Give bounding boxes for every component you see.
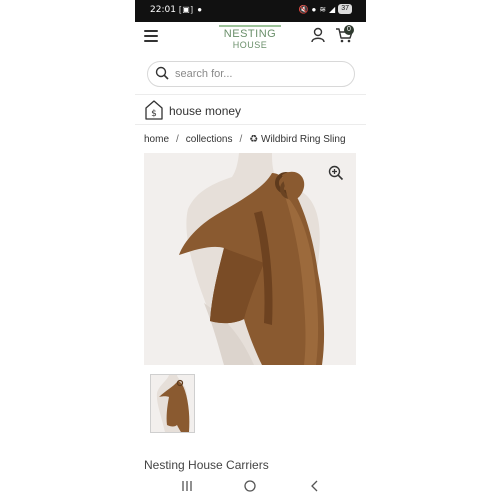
house-money-link[interactable]: $ house money (144, 99, 264, 121)
breadcrumb: home / collections / ♻ Wildbird Ring Sling (144, 134, 366, 145)
back-chevron-icon[interactable] (307, 478, 323, 494)
location-icon: ● (311, 4, 317, 14)
search-placeholder: search for... (175, 68, 233, 80)
breadcrumb-separator: / (176, 134, 179, 145)
thumbnail-photo (151, 375, 194, 432)
home-circle-icon[interactable] (242, 478, 258, 494)
user-icon[interactable] (311, 27, 325, 43)
phone-screen: 22:01 [▣] ● 🔇 ● ≋ ◢ 37 NESTING HOUSE 0 s… (135, 0, 366, 500)
logo-line1: NESTING (223, 28, 277, 40)
system-icons: 🔇 ● ≋ ◢ 37 (299, 4, 352, 14)
search-icon (155, 66, 169, 80)
divider (135, 94, 366, 95)
site-header: NESTING HOUSE 0 (135, 22, 366, 54)
recent-apps-icon[interactable] (179, 478, 195, 494)
nesting-house-logo[interactable]: NESTING HOUSE (215, 25, 285, 50)
house-dollar-icon: $ (145, 100, 163, 120)
notification-icons: [▣] ● (179, 5, 204, 14)
status-time: 22:01 (150, 5, 176, 15)
breadcrumb-separator: / (239, 134, 243, 145)
signal-icon: ◢ (329, 4, 336, 14)
svg-text:$: $ (151, 109, 157, 119)
house-money-label: house money (169, 104, 242, 118)
product-main-image[interactable] (144, 153, 356, 365)
hamburger-icon[interactable] (144, 30, 158, 42)
breadcrumb-home[interactable]: home (144, 134, 169, 145)
product-brand: Nesting House Carriers (144, 458, 269, 472)
logo-line2: HOUSE (232, 40, 268, 50)
android-nav-bar (135, 472, 366, 500)
search-input[interactable]: search for... (147, 61, 355, 87)
zoom-in-icon[interactable] (328, 165, 344, 181)
divider (135, 124, 366, 125)
breadcrumb-current: ♻ Wildbird Ring Sling (249, 134, 346, 145)
wifi-icon: ≋ (319, 4, 327, 14)
battery-indicator: 37 (338, 4, 352, 14)
status-bar: 22:01 [▣] ● 🔇 ● ≋ ◢ 37 (135, 0, 366, 22)
breadcrumb-collections[interactable]: collections (186, 134, 233, 145)
silent-icon: 🔇 (298, 4, 309, 14)
product-thumbnail[interactable] (150, 374, 195, 433)
ring-sling-photo (144, 153, 356, 365)
cart-count-badge: 0 (344, 25, 354, 35)
